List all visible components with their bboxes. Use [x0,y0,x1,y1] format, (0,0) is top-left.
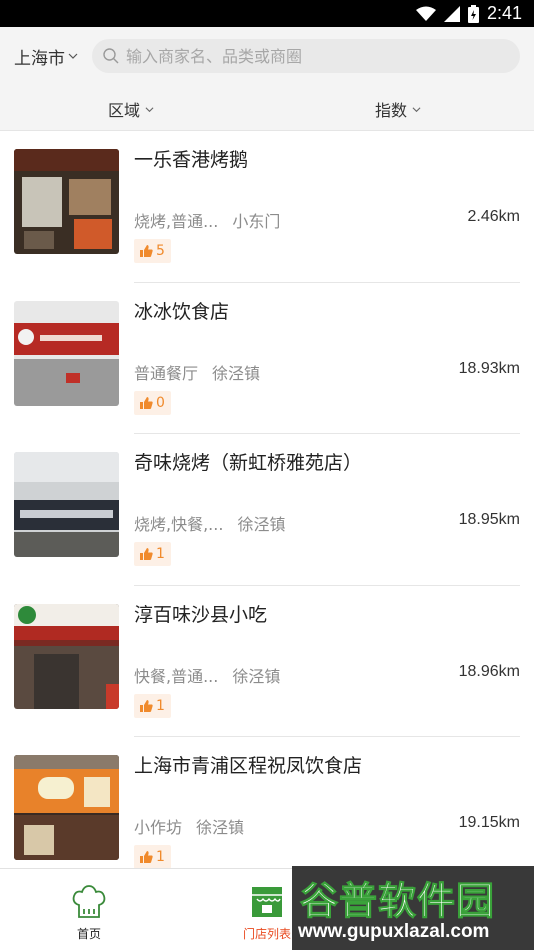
tab-store-list-label: 门店列表 [242,927,291,941]
like-count: 1 [156,546,165,562]
store-district: 徐泾镇 [196,818,245,837]
search-header: 上海市 [0,27,534,85]
store-meta: 快餐,普通... 徐泾镇 [134,663,280,687]
store-district: 徐泾镇 [237,515,286,534]
store-name: 奇味烧烤（新虹桥雅苑店） [134,452,363,474]
store-meta: 烧烤,快餐,... 徐泾镇 [134,511,285,535]
store-meta: 烧烤,普通... 小东门 [134,208,280,232]
store-district: 小东门 [232,212,281,231]
watermark: 谷普软件园 www.gupuxlazal.com [292,866,534,950]
watermark-url: www.gupuxlazal.com [298,921,490,942]
signal-icon [443,5,460,22]
store-item[interactable]: 冰冰饮食店 普通餐厅 徐泾镇 18.93km 0 [0,283,534,434]
chevron-down-icon [68,53,78,59]
chevron-down-icon [412,106,421,112]
search-input[interactable] [126,46,506,66]
store-category: 小作坊 [134,818,183,837]
storefront-icon [252,887,282,917]
store-item[interactable]: 淳百味沙县小吃 快餐,普通... 徐泾镇 18.96km 1 [0,586,534,737]
store-photo [14,149,119,254]
store-photo [14,452,119,557]
store-district: 徐泾镇 [232,666,281,686]
city-label: 上海市 [14,48,65,69]
tab-home[interactable]: 首页 [49,883,129,942]
like-count: 5 [156,243,165,259]
search-icon [103,48,119,64]
index-filter[interactable]: 指数 [375,97,421,121]
city-selector[interactable]: 上海市 [14,44,78,69]
like-badge[interactable]: 1 [134,693,171,718]
like-badge[interactable]: 1 [134,542,171,566]
watermark-title: 谷普软件园 [299,879,496,924]
wifi-icon [415,6,436,21]
clock: 2:41 [486,3,522,23]
store-item[interactable]: 一乐香港烤鹅 烧烤,普通... 小东门 2.46km 5 [0,131,534,283]
filter-bar: 区域 指数 [0,85,534,131]
like-count: 0 [156,394,165,411]
like-badge[interactable]: 5 [134,239,171,263]
status-bar: 2:41 [0,0,534,27]
store-photo [14,603,119,709]
store-distance: 19.15km [458,814,520,831]
thumbs-up-icon [140,699,153,712]
store-distance: 18.95km [458,511,520,528]
area-filter-label: 区域 [108,101,141,120]
store-category: 烧烤,普通... [134,212,219,231]
store-category: 烧烤,快餐,... [134,515,224,534]
store-name: 一乐香港烤鹅 [134,149,249,171]
store-distance: 18.93km [458,359,520,377]
store-meta: 普通餐厅 徐泾镇 [134,360,260,384]
chevron-down-icon [145,106,154,112]
chef-hat-icon [72,885,106,918]
thumbs-up-icon [140,548,153,560]
store-photo [14,300,119,406]
store-photo [14,755,119,860]
store-district: 徐泾镇 [212,363,261,383]
search-bar[interactable] [92,39,520,73]
store-name: 冰冰饮食店 [134,300,230,323]
index-filter-label: 指数 [375,101,408,120]
store-distance: 2.46km [467,208,520,225]
like-count: 1 [156,849,165,865]
store-name: 上海市青浦区程祝凤饮食店 [134,755,363,777]
store-list: 一乐香港烤鹅 烧烤,普通... 小东门 2.46km 5 冰冰饮食店 普通餐厅 … [0,131,534,889]
store-meta: 小作坊 徐泾镇 [134,814,244,838]
store-category: 快餐,普通... [134,666,219,686]
thumbs-up-icon [140,851,153,863]
store-category: 普通餐厅 [134,363,199,383]
like-badge[interactable]: 1 [134,845,171,869]
area-filter[interactable]: 区域 [108,97,154,121]
store-distance: 18.96km [458,662,520,680]
store-item[interactable]: 奇味烧烤（新虹桥雅苑店） 烧烤,快餐,... 徐泾镇 18.95km 1 [0,434,534,586]
store-name: 淳百味沙县小吃 [134,603,268,626]
like-badge[interactable]: 0 [134,390,171,415]
tab-home-label: 首页 [76,927,101,941]
battery-icon [467,4,479,23]
thumbs-up-icon [140,396,153,409]
like-count: 1 [156,697,165,714]
thumbs-up-icon [140,245,153,257]
